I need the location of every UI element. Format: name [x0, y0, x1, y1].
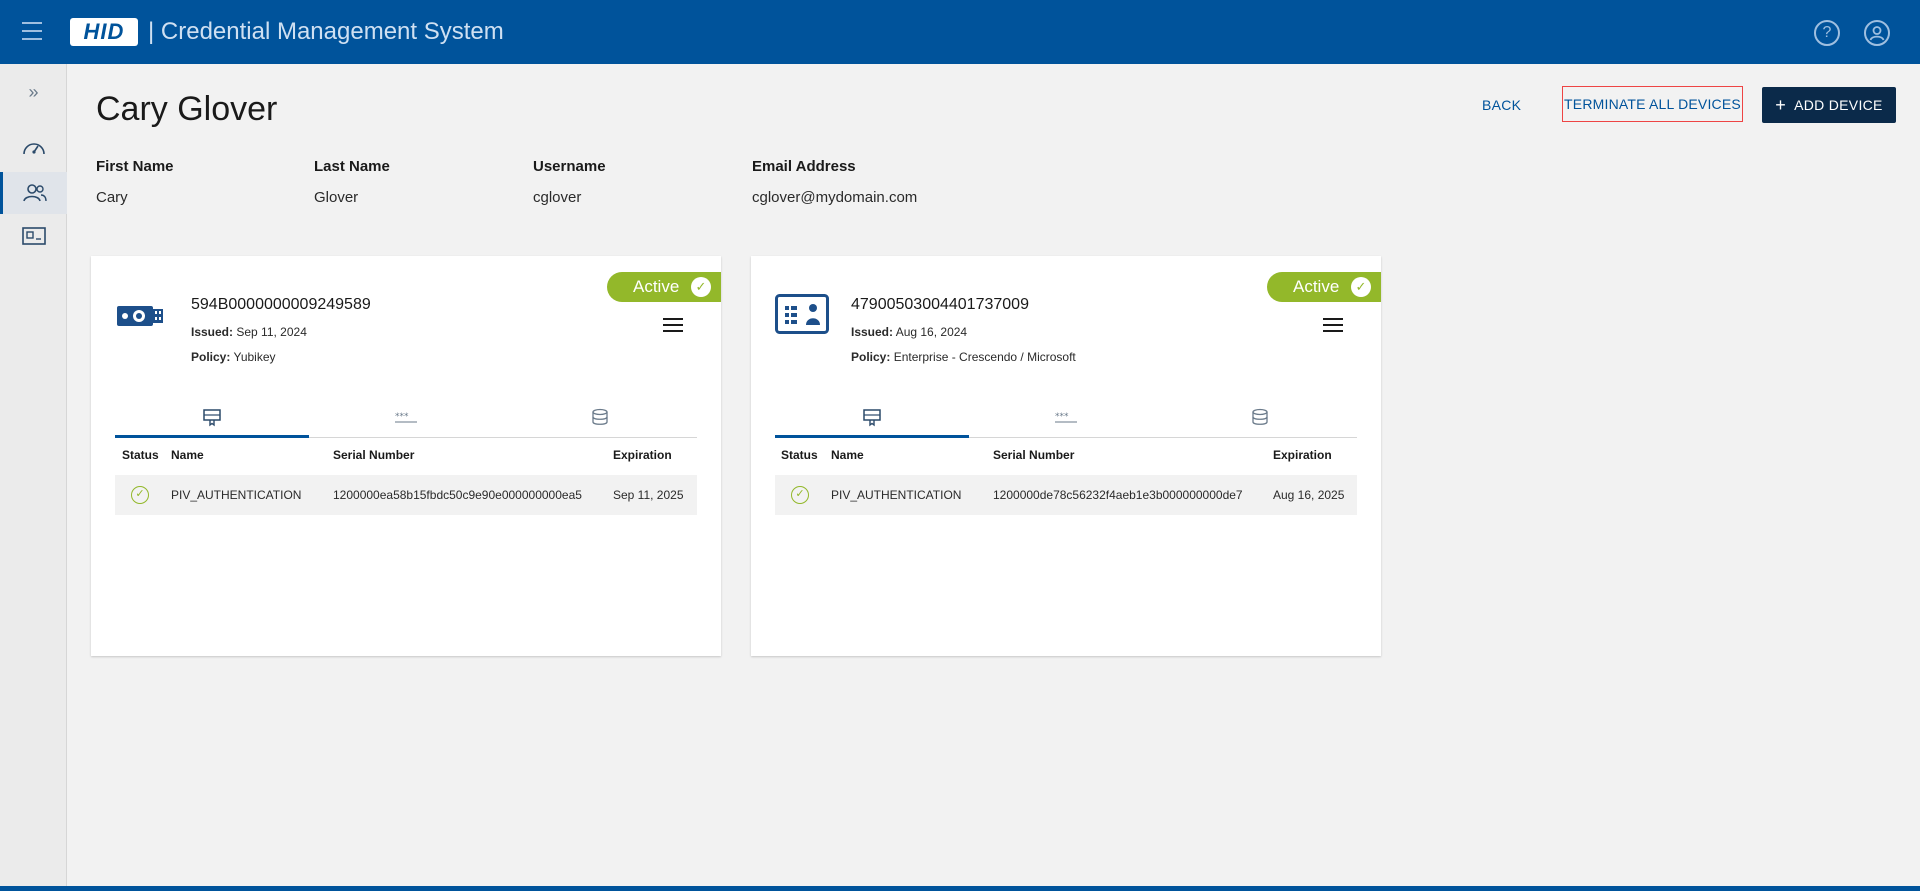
svg-text:***: *** — [395, 412, 409, 422]
id-card-icon[interactable] — [0, 215, 67, 257]
status-ok-icon: ✓ — [131, 486, 149, 504]
username-value: cglover — [533, 189, 582, 206]
tab-pin[interactable]: *** — [969, 396, 1163, 437]
tab-storage[interactable] — [503, 396, 697, 437]
credential-name: PIV_AUTHENTICATION — [171, 488, 302, 502]
table-row[interactable]: ✓ PIV_AUTHENTICATION 1200000de78c56232f4… — [775, 475, 1357, 515]
device-menu-icon[interactable] — [1323, 318, 1343, 334]
column-header-expiration: Expiration — [1273, 448, 1332, 462]
column-header-serial: Serial Number — [333, 448, 415, 462]
certificate-icon — [863, 408, 881, 426]
help-icon[interactable]: ? — [1814, 20, 1840, 46]
back-button[interactable]: BACK — [1482, 94, 1521, 116]
status-badge-label: Active — [633, 277, 680, 296]
password-icon: *** — [395, 412, 417, 422]
svg-text:***: *** — [1055, 412, 1069, 422]
issued-line: Issued: Sep 11, 2024 — [191, 325, 307, 339]
plus-icon: + — [1775, 94, 1787, 115]
menu-icon[interactable] — [22, 22, 46, 42]
hid-logo: HID — [70, 18, 138, 46]
policy-value: Yubikey — [233, 350, 276, 364]
tab-credentials[interactable] — [115, 396, 309, 438]
add-device-label: ADD DEVICE — [1794, 96, 1883, 113]
column-header-expiration: Expiration — [613, 448, 672, 462]
policy-line: Policy: Yubikey — [191, 350, 276, 364]
status-badge: Active ✓ — [607, 272, 721, 302]
username-label: Username — [533, 158, 606, 175]
users-icon[interactable] — [0, 172, 67, 214]
left-rail: » — [0, 64, 67, 891]
app-title: | Credential Management System — [148, 18, 504, 45]
footer-strip — [0, 886, 1920, 891]
device-serial: 594B0000000009249589 — [191, 296, 371, 313]
check-icon: ✓ — [691, 277, 711, 297]
smart-card-icon — [775, 294, 829, 334]
device-menu-icon[interactable] — [663, 318, 683, 334]
status-ok-icon: ✓ — [791, 486, 809, 504]
device-tabs: *** — [115, 396, 697, 438]
status-badge-label: Active — [1293, 277, 1340, 296]
credential-serial: 1200000de78c56232f4aeb1e3b000000000de7 — [993, 488, 1243, 502]
column-header-status: Status — [122, 448, 159, 462]
policy-label: Policy: — [191, 350, 231, 364]
usb-key-icon — [115, 296, 169, 336]
column-header-serial: Serial Number — [993, 448, 1075, 462]
add-device-button[interactable]: + ADD DEVICE — [1762, 87, 1896, 123]
top-bar: HID | Credential Management System ? — [0, 0, 1920, 64]
tab-credentials[interactable] — [775, 396, 969, 438]
dashboard-icon[interactable] — [0, 127, 67, 169]
issued-label: Issued: — [191, 325, 234, 339]
credential-name: PIV_AUTHENTICATION — [831, 488, 962, 502]
last-name-label: Last Name — [314, 158, 390, 175]
device-serial: 47900503004401737009 — [851, 296, 1029, 313]
page-title: Cary Glover — [96, 90, 278, 128]
issued-value: Aug 16, 2024 — [895, 325, 968, 339]
last-name-value: Glover — [314, 189, 359, 206]
credential-serial: 1200000ea58b15fbdc50c9e90e000000000ea5 — [333, 488, 582, 502]
terminate-all-devices-button[interactable]: TERMINATE ALL DEVICES — [1562, 86, 1743, 122]
column-header-name: Name — [831, 448, 864, 462]
email-value: cglover@mydomain.com — [752, 189, 918, 206]
credential-expiration: Aug 16, 2025 — [1273, 488, 1345, 502]
issued-label: Issued: — [851, 325, 894, 339]
first-name-label: First Name — [96, 158, 174, 175]
password-icon: *** — [1055, 412, 1077, 422]
account-icon[interactable] — [1864, 20, 1890, 46]
credential-expiration: Sep 11, 2025 — [613, 488, 684, 502]
column-header-name: Name — [171, 448, 204, 462]
issued-value: Sep 11, 2024 — [236, 325, 307, 339]
first-name-value: Cary — [96, 189, 128, 206]
issued-line: Issued: Aug 16, 2024 — [851, 325, 967, 339]
table-row[interactable]: ✓ PIV_AUTHENTICATION 1200000ea58b15fbdc5… — [115, 475, 697, 515]
column-header-status: Status — [781, 448, 818, 462]
tab-pin[interactable]: *** — [309, 396, 503, 437]
device-tabs: *** — [775, 396, 1357, 438]
policy-value: Enterprise - Crescendo / Microsoft — [893, 350, 1076, 364]
device-card: Active ✓ 594B0000000009249589 Issued: Sep… — [91, 256, 721, 656]
expand-rail-icon[interactable]: » — [0, 82, 67, 103]
device-card: Active ✓ 47900503004401737009 Issued: Aug… — [751, 256, 1381, 656]
policy-line: Policy: Enterprise - Crescendo / Microso… — [851, 350, 1076, 364]
status-badge: Active ✓ — [1267, 272, 1381, 302]
email-label: Email Address — [752, 158, 856, 175]
certificate-icon — [203, 408, 221, 426]
policy-label: Policy: — [851, 350, 891, 364]
database-icon — [1252, 408, 1268, 425]
check-icon: ✓ — [1351, 277, 1371, 297]
database-icon — [592, 408, 608, 425]
tab-storage[interactable] — [1163, 396, 1357, 437]
